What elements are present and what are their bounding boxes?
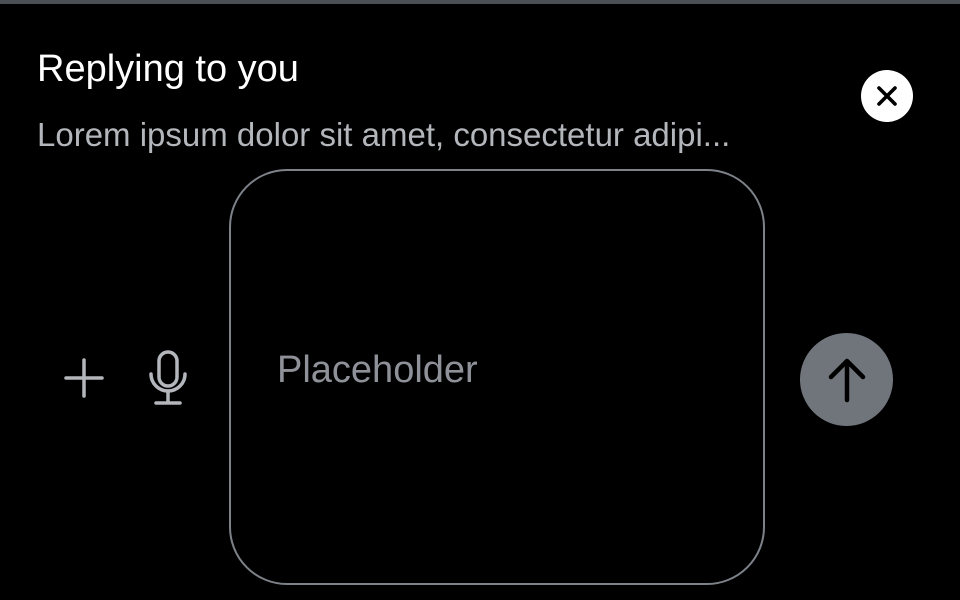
add-attachment-button[interactable] [58, 352, 110, 404]
arrow-up-icon [825, 356, 869, 404]
message-input[interactable] [277, 347, 717, 393]
plus-icon [62, 356, 106, 400]
top-divider [0, 0, 960, 4]
message-input-container[interactable] [229, 169, 765, 585]
microphone-icon [146, 348, 190, 408]
reply-preview-text: Lorem ipsum dolor sit amet, consectetur … [37, 116, 731, 153]
reply-title: Replying to you [37, 48, 299, 90]
close-icon [876, 85, 898, 107]
send-button[interactable] [800, 333, 893, 426]
voice-input-button[interactable] [140, 346, 196, 410]
close-reply-button[interactable] [861, 70, 913, 122]
